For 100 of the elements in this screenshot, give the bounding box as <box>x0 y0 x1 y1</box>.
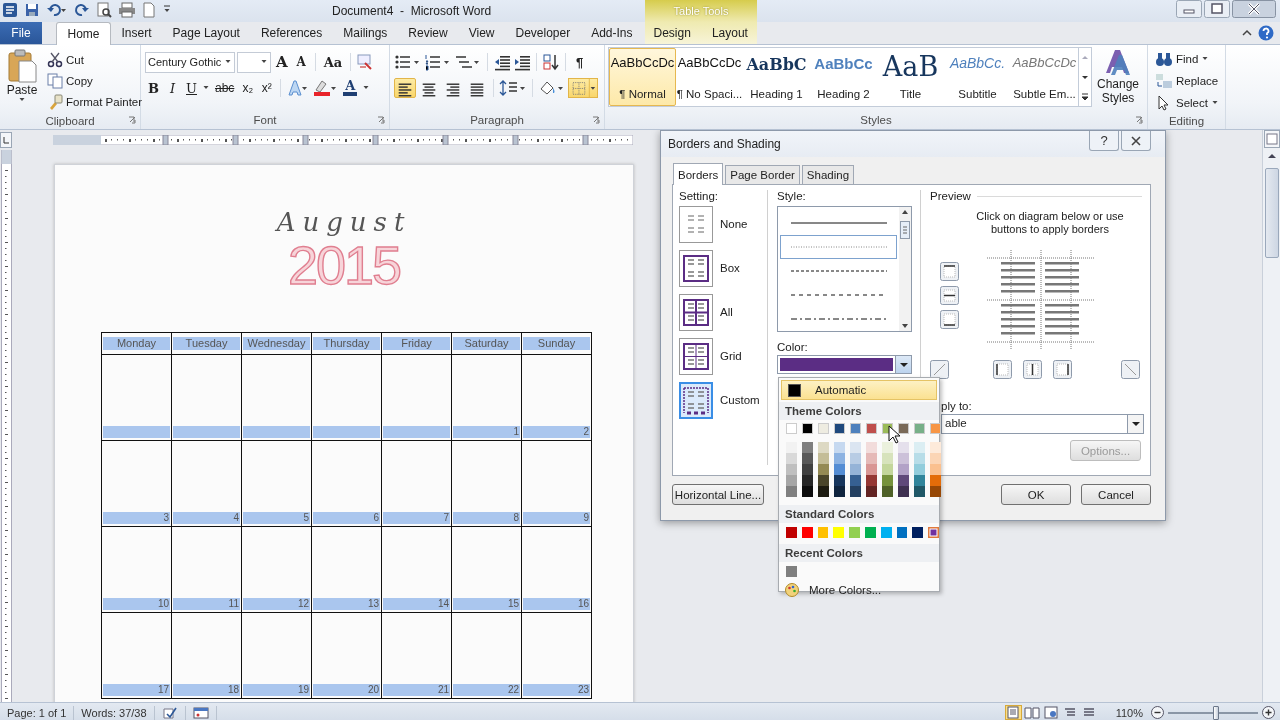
top-border-icon[interactable] <box>940 262 959 281</box>
scroll-down-icon[interactable] <box>901 323 909 329</box>
color-swatch[interactable] <box>866 442 877 453</box>
automatic-color-option[interactable]: Automatic <box>781 380 937 400</box>
ribbon-tab[interactable]: Developer <box>504 22 581 44</box>
apply-to-dropdown[interactable]: able <box>941 414 1144 434</box>
line-spacing-icon[interactable] <box>499 79 527 97</box>
setting-option[interactable] <box>679 293 713 331</box>
dialog-launcher-icon[interactable] <box>592 116 600 124</box>
ribbon-tab[interactable]: View <box>458 22 505 44</box>
dialog-launcher-icon[interactable] <box>1135 116 1143 124</box>
color-swatch[interactable] <box>801 527 813 538</box>
grow-font-button[interactable]: A <box>273 51 291 73</box>
underline-button[interactable]: U <box>183 77 200 99</box>
color-swatch[interactable] <box>833 527 845 538</box>
color-swatch[interactable] <box>914 486 925 497</box>
color-swatch[interactable] <box>850 423 861 434</box>
color-swatch[interactable] <box>818 423 829 434</box>
web-view-icon[interactable] <box>1042 705 1060 720</box>
ribbon-tab[interactable]: Review <box>397 22 459 44</box>
clipboard-command[interactable]: Format Painter <box>44 91 146 112</box>
undo-icon[interactable] <box>46 2 68 18</box>
word-count[interactable]: Words: 37/38 <box>74 705 155 720</box>
style-gallery-item[interactable]: AaBbC Heading 1 <box>743 48 810 106</box>
inside-horizontal-border-icon[interactable] <box>940 286 959 305</box>
ribbon-tab[interactable]: References <box>250 22 333 44</box>
color-swatch[interactable] <box>914 475 925 486</box>
color-swatch[interactable] <box>880 527 892 538</box>
redo-icon[interactable] <box>74 2 90 18</box>
bold-button[interactable]: B <box>145 77 162 99</box>
cancel-button[interactable]: Cancel <box>1081 484 1151 505</box>
color-swatch[interactable] <box>882 475 893 486</box>
style-gallery-item[interactable]: AaBbCc. Subtitle <box>944 48 1011 106</box>
color-swatch[interactable] <box>850 475 861 486</box>
color-swatch[interactable] <box>866 464 877 475</box>
color-swatch[interactable] <box>898 464 909 475</box>
diagonal-up-border-icon[interactable] <box>930 360 949 379</box>
zoom-out-icon[interactable] <box>1151 706 1164 719</box>
color-swatch[interactable] <box>896 527 908 538</box>
color-swatch[interactable] <box>866 475 877 486</box>
change-styles-button[interactable]: Change Styles <box>1095 45 1141 111</box>
color-swatch[interactable] <box>882 486 893 497</box>
highlighter-icon[interactable] <box>312 79 339 97</box>
numbering-icon[interactable] <box>424 53 452 71</box>
color-dropdown[interactable] <box>777 355 912 374</box>
color-swatch[interactable] <box>818 475 829 486</box>
color-swatch[interactable] <box>834 423 845 434</box>
color-swatch[interactable] <box>802 486 813 497</box>
print-icon[interactable] <box>118 2 136 18</box>
color-swatch[interactable] <box>914 453 925 464</box>
color-swatch[interactable] <box>930 442 941 453</box>
ribbon-tab[interactable]: Layout <box>701 22 759 44</box>
reading-view-icon[interactable] <box>1023 705 1041 720</box>
color-swatch[interactable] <box>930 423 941 434</box>
italic-button[interactable]: I <box>164 77 181 99</box>
style-gallery-item[interactable]: AaBbCcDc ¶ Normal <box>609 48 676 106</box>
dialog-tab[interactable]: Page Border <box>725 165 800 184</box>
color-swatch[interactable] <box>898 423 909 434</box>
ribbon-tab[interactable]: Design <box>643 22 702 44</box>
dialog-tab[interactable]: Shading <box>801 165 855 184</box>
color-swatch[interactable] <box>786 453 797 464</box>
tab-selector-icon[interactable] <box>0 132 12 148</box>
preview-diagram[interactable] <box>987 250 1095 350</box>
style-gallery-item[interactable]: AaBbCc Heading 2 <box>810 48 877 106</box>
subscript-button[interactable]: x₂ <box>239 77 257 99</box>
color-swatch[interactable] <box>786 486 797 497</box>
bottom-border-icon[interactable] <box>940 310 959 329</box>
color-swatch[interactable] <box>914 464 925 475</box>
ribbon-tab[interactable]: Add-Ins <box>580 22 644 44</box>
new-document-icon[interactable] <box>142 2 156 18</box>
collapse-ribbon-icon[interactable] <box>1242 28 1252 38</box>
color-swatch[interactable] <box>930 464 941 475</box>
color-swatch[interactable] <box>866 423 877 434</box>
color-swatch[interactable] <box>865 527 876 538</box>
increase-indent-icon[interactable] <box>513 53 531 71</box>
color-swatch[interactable] <box>914 423 925 434</box>
setting-option[interactable] <box>679 337 713 375</box>
dialog-launcher-icon[interactable] <box>377 116 385 124</box>
superscript-button[interactable]: x² <box>258 77 276 99</box>
style-gallery-item[interactable]: AaB Title <box>877 48 944 106</box>
color-swatch[interactable] <box>882 464 893 475</box>
page-count[interactable]: Page: 1 of 1 <box>0 705 75 720</box>
minimize-icon[interactable] <box>1176 0 1202 18</box>
color-swatch[interactable] <box>802 453 813 464</box>
color-swatch[interactable] <box>786 464 797 475</box>
color-swatch[interactable] <box>850 442 861 453</box>
paste-button[interactable]: Paste <box>4 49 40 112</box>
color-swatch[interactable] <box>866 453 877 464</box>
editing-command[interactable]: Select <box>1152 93 1221 113</box>
print-preview-icon[interactable] <box>96 2 112 18</box>
color-swatch[interactable] <box>930 453 941 464</box>
more-colors-option[interactable]: More Colors... <box>779 577 939 597</box>
file-tab[interactable]: File <box>0 22 42 44</box>
dialog-tab[interactable]: Borders <box>673 163 724 185</box>
color-swatch[interactable] <box>802 423 813 434</box>
color-swatch[interactable] <box>928 527 939 538</box>
strikethrough-button[interactable]: abc <box>212 77 238 99</box>
color-swatch[interactable] <box>802 475 813 486</box>
color-swatch[interactable] <box>786 475 797 486</box>
color-swatch[interactable] <box>834 453 845 464</box>
